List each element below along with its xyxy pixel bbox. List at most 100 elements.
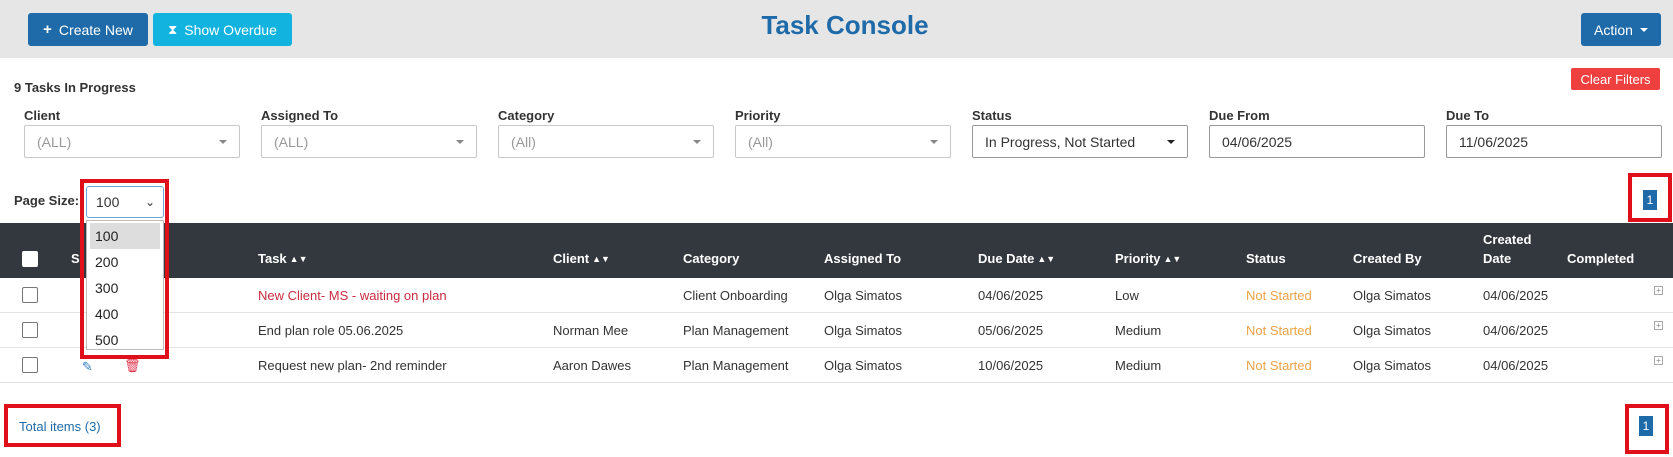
created-by-cell: Olga Simatos (1353, 358, 1432, 373)
column-header-due-date-label: Due Date (978, 251, 1035, 266)
row-checkbox[interactable] (22, 287, 38, 303)
priority-cell: Medium (1115, 323, 1162, 338)
created-by-cell: Olga Simatos (1353, 288, 1432, 303)
page-size-option[interactable]: 200 (87, 249, 163, 275)
due-from-value: 04/06/2025 (1222, 133, 1293, 150)
caret-down-icon (1167, 140, 1175, 144)
sort-icon: ▲▼ (1037, 254, 1056, 264)
page-size-value: 100 (96, 194, 120, 210)
created-date-cell: 04/06/2025 (1483, 323, 1549, 338)
row-divider (0, 382, 1673, 383)
expand-icon[interactable]: + (1654, 321, 1663, 330)
total-items-count: Total items (3) (19, 419, 101, 434)
row-checkbox[interactable] (22, 322, 38, 338)
assigned-to-cell: Olga Simatos (824, 358, 903, 373)
assigned-to-cell: Olga Simatos (824, 288, 903, 303)
created-date-cell: 04/06/2025 (1483, 358, 1549, 373)
pagination-top-page-1[interactable]: 1 (1643, 190, 1657, 210)
sort-icon: ▲▼ (289, 254, 308, 264)
edit-icon[interactable]: ✎ (82, 359, 93, 375)
clear-filters-button[interactable]: Clear Filters (1571, 68, 1660, 90)
action-button[interactable]: Action (1581, 13, 1661, 46)
page-size-select[interactable]: 100 ⌄ (86, 186, 164, 218)
column-header-task-label: Task (258, 251, 287, 266)
column-header-priority-label: Priority (1115, 251, 1161, 266)
expand-icon[interactable]: + (1654, 356, 1663, 365)
client-filter-value: (ALL) (37, 133, 72, 150)
status-cell: Not Started (1246, 288, 1312, 303)
assigned-to-cell: Olga Simatos (824, 323, 903, 338)
filter-label-client: Client (24, 108, 61, 123)
client-cell: Aaron Dawes (553, 358, 632, 373)
filter-label-due-from: Due From (1209, 108, 1270, 123)
due-to-value: 11/06/2025 (1459, 133, 1529, 150)
column-header-created-by: Created By (1353, 251, 1422, 266)
column-header-due-date[interactable]: Due Date ▲▼ (978, 251, 1055, 266)
task-link[interactable]: New Client- MS - waiting on plan (258, 288, 447, 303)
due-from-input[interactable]: 04/06/2025 (1209, 125, 1425, 158)
filter-label-status: Status (972, 108, 1012, 123)
action-label: Action (1594, 21, 1633, 38)
due-date-cell: 05/06/2025 (978, 323, 1044, 338)
expand-icon[interactable]: + (1654, 286, 1663, 295)
page-size-option[interactable]: 300 (87, 275, 163, 301)
page-size-option[interactable]: 100 (90, 223, 160, 249)
category-filter-select[interactable]: (All) (498, 125, 714, 158)
column-header-priority[interactable]: Priority ▲▼ (1115, 251, 1181, 266)
column-header-status: Status (1246, 251, 1286, 266)
row-divider (0, 347, 1673, 348)
client-filter-select[interactable]: (ALL) (24, 125, 240, 158)
filter-label-category: Category (498, 108, 555, 123)
column-header-completed: Completed (1567, 251, 1635, 266)
assigned-to-filter-value: (ALL) (274, 133, 309, 150)
column-header-select: S (71, 251, 80, 266)
column-header-client-label: Client (553, 251, 590, 266)
category-filter-value: (All) (511, 133, 536, 150)
category-cell: Client Onboarding (683, 288, 788, 303)
row-checkbox[interactable] (22, 357, 38, 373)
created-date-cell: 04/06/2025 (1483, 288, 1549, 303)
trash-icon[interactable]: 🗑 (124, 358, 141, 374)
column-header-task[interactable]: Task ▲▼ (258, 251, 308, 266)
chevron-down-icon: ⌄ (144, 195, 155, 209)
due-date-cell: 10/06/2025 (978, 358, 1044, 373)
category-cell: Plan Management (683, 358, 789, 373)
tasks-in-progress-count: 9 Tasks In Progress (14, 80, 136, 95)
status-cell: Not Started (1246, 358, 1312, 373)
task-link[interactable]: Request new plan- 2nd reminder (258, 358, 447, 373)
assigned-to-filter-select[interactable]: (ALL) (261, 125, 477, 158)
page-size-option[interactable]: 400 (87, 301, 163, 327)
task-link[interactable]: End plan role 05.06.2025 (258, 323, 403, 338)
filter-label-due-to: Due To (1446, 108, 1490, 123)
due-date-cell: 04/06/2025 (978, 288, 1044, 303)
sort-icon: ▲▼ (592, 254, 610, 264)
row-divider (0, 312, 1673, 313)
client-cell: Norman Mee (553, 323, 629, 338)
caret-down-icon (456, 140, 464, 144)
status-filter-value: In Progress, Not Started (985, 133, 1136, 150)
sort-icon: ▲▼ (1163, 254, 1182, 264)
select-all-checkbox[interactable] (22, 251, 38, 267)
priority-filter-select[interactable]: (All) (735, 125, 951, 158)
pagination-bottom-page-1[interactable]: 1 (1639, 416, 1653, 436)
caret-down-icon (1639, 27, 1648, 32)
priority-cell: Low (1115, 288, 1139, 303)
priority-cell: Medium (1115, 358, 1162, 373)
page-size-dropdown-list: 100 200 300 400 500 (86, 220, 164, 350)
caret-down-icon (930, 140, 938, 144)
filter-label-assigned-to: Assigned To (261, 108, 339, 123)
page-size-option[interactable]: 500 (87, 327, 163, 353)
column-header-client[interactable]: Client ▲▼ (553, 251, 610, 266)
page-size-label: Page Size: (14, 193, 80, 208)
created-by-cell: Olga Simatos (1353, 323, 1432, 338)
filter-label-priority: Priority (735, 108, 781, 123)
status-filter-select[interactable]: In Progress, Not Started (972, 125, 1188, 158)
category-cell: Plan Management (683, 323, 789, 338)
column-header-assigned-to: Assigned To (824, 251, 902, 266)
column-header-created-date-line1: Created (1483, 232, 1532, 247)
page-title: Task Console (761, 10, 929, 40)
caret-down-icon (693, 140, 701, 144)
caret-down-icon (219, 140, 227, 144)
due-to-input[interactable]: 11/06/2025 (1446, 125, 1662, 158)
priority-filter-value: (All) (748, 133, 773, 150)
